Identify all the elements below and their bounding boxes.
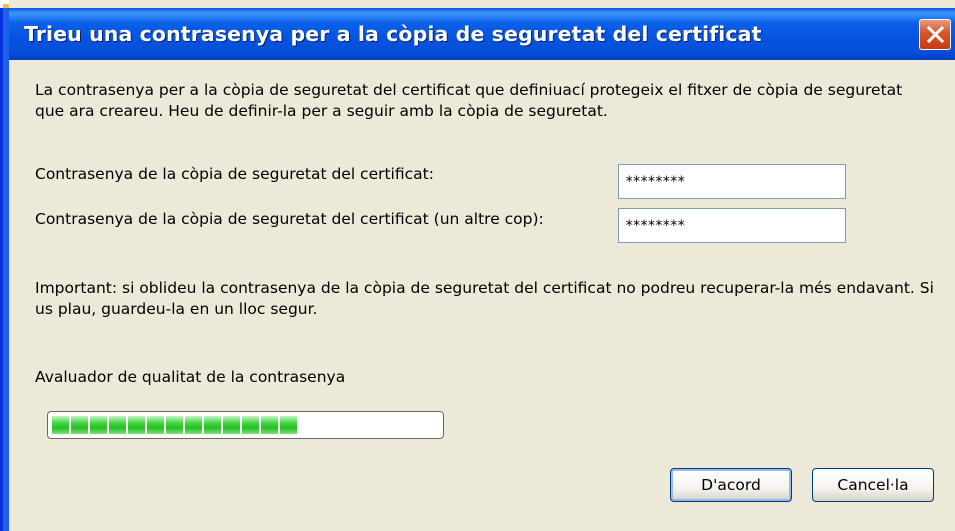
- quality-meter-block: [223, 416, 240, 434]
- quality-meter-block: [90, 416, 107, 434]
- quality-meter-fill: [52, 416, 297, 434]
- dialog-content: La contrasenya per a la còpia de seguret…: [9, 60, 955, 531]
- confirm-password-label: Contrasenya de la còpia de seguretat del…: [35, 210, 544, 228]
- quality-meter-block: [185, 416, 202, 434]
- close-icon: [927, 26, 944, 43]
- quality-meter-block: [71, 416, 88, 434]
- password-label: Contrasenya de la còpia de seguretat del…: [35, 165, 434, 183]
- quality-meter-block: [166, 416, 183, 434]
- password-field[interactable]: [618, 164, 846, 199]
- dialog-window: Trieu una contrasenya per a la còpia de …: [0, 0, 955, 531]
- confirm-password-field[interactable]: [618, 208, 846, 243]
- quality-meter-block: [128, 416, 145, 434]
- quality-meter-block: [261, 416, 278, 434]
- window-title: Trieu una contrasenya per a la còpia de …: [24, 22, 762, 46]
- close-button[interactable]: [919, 19, 951, 50]
- quality-meter-block: [109, 416, 126, 434]
- important-warning-text: Important: si oblideu la contrasenya de …: [35, 279, 934, 318]
- quality-meter-block: [204, 416, 221, 434]
- quality-meter-block: [52, 416, 69, 434]
- title-bar[interactable]: Trieu una contrasenya per a la còpia de …: [9, 8, 955, 60]
- quality-meter-label: Avaluador de qualitat de la contrasenya: [35, 368, 346, 386]
- password-quality-meter: [47, 411, 444, 439]
- quality-meter-block: [280, 416, 297, 434]
- intro-text: La contrasenya per a la còpia de seguret…: [35, 81, 903, 120]
- ok-button[interactable]: D'acord: [670, 468, 792, 502]
- quality-meter-block: [242, 416, 259, 434]
- quality-meter-block: [147, 416, 164, 434]
- window-left-border: [0, 0, 9, 531]
- cancel-button[interactable]: Cancel·la: [812, 468, 934, 502]
